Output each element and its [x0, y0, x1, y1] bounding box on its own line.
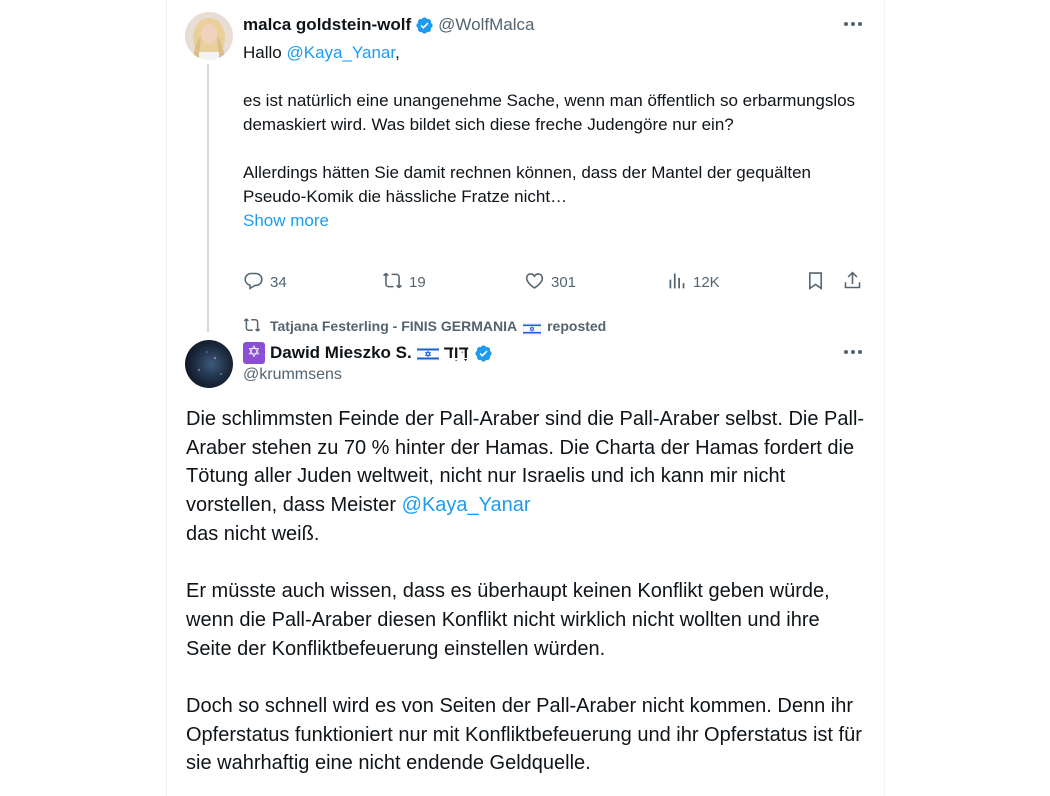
- thread-connector-line: [207, 64, 209, 332]
- mention-link[interactable]: @Kaya_Yanar: [402, 494, 531, 516]
- paragraph-1: Die schlimmsten Feinde der Pall-Araber s…: [186, 405, 866, 520]
- heart-icon: [524, 270, 545, 295]
- tweet2-header: ✡ Dawid Mieszko S. דָּוִד: [243, 341, 493, 365]
- israel-flag-icon: [416, 346, 439, 362]
- reposted-label: reposted: [547, 318, 607, 334]
- like-count: 301: [551, 273, 577, 291]
- bookmark-button[interactable]: [805, 268, 826, 296]
- views-chart-icon: [666, 270, 687, 295]
- author-name[interactable]: Dawid Mieszko S.: [270, 343, 412, 363]
- israel-flag-icon: [522, 320, 542, 335]
- repost-icon: [382, 270, 403, 295]
- greeting-punctuation: ,: [395, 43, 400, 62]
- reposter-name[interactable]: Tatjana Festerling - FINIS GERMANIA: [270, 318, 517, 334]
- tweet1-action-bar: 34 19 301 12K: [243, 268, 868, 296]
- show-more-link[interactable]: Show more: [243, 209, 873, 233]
- like-button[interactable]: 301: [524, 268, 576, 296]
- greeting-text: Hallo: [243, 43, 287, 62]
- star-of-david-icon: ✡: [243, 342, 265, 364]
- verified-badge-icon: [415, 16, 434, 35]
- greeting-line: Hallo @Kaya_Yanar,: [243, 41, 873, 65]
- verified-badge-icon: [474, 344, 493, 363]
- tweet1-text: Hallo @Kaya_Yanar, es ist natürlich eine…: [243, 41, 873, 233]
- views-button[interactable]: 12K: [666, 268, 720, 296]
- reply-count: 34: [270, 273, 287, 291]
- repost-banner: Tatjana Festerling - FINIS GERMANIA repo…: [243, 316, 606, 336]
- mention-link[interactable]: @Kaya_Yanar: [286, 43, 395, 62]
- author-handle[interactable]: @krummsens: [243, 366, 342, 384]
- view-count: 12K: [693, 273, 720, 291]
- more-options-icon[interactable]: [841, 340, 865, 364]
- share-icon: [842, 270, 863, 295]
- reply-icon: [243, 270, 264, 295]
- author-name[interactable]: malca goldstein-wolf: [243, 15, 411, 35]
- author-handle[interactable]: @WolfMalca: [438, 15, 534, 35]
- repost-button[interactable]: 19: [382, 268, 426, 296]
- share-button[interactable]: [842, 268, 863, 296]
- repost-count: 19: [409, 273, 426, 291]
- paragraph-1-end: das nicht weiß.: [186, 522, 320, 545]
- paragraph-2: Allerdings hätten Sie damit rechnen könn…: [243, 163, 816, 206]
- reply-button[interactable]: 34: [243, 268, 287, 296]
- more-options-icon[interactable]: [841, 12, 865, 36]
- paragraph-1: es ist natürlich eine unangenehme Sache,…: [243, 91, 860, 134]
- tweet2-text: Die schlimmsten Feinde der Pall-Araber s…: [186, 405, 866, 778]
- paragraph-3: Doch so schnell wird es von Seiten der P…: [186, 695, 868, 775]
- avatar-dawid[interactable]: [185, 340, 233, 388]
- avatar-malca[interactable]: [185, 12, 233, 60]
- repost-icon: [243, 316, 261, 337]
- tweet1-header: malca goldstein-wolf @WolfMalca: [243, 13, 534, 37]
- bookmark-icon: [805, 270, 826, 295]
- author-name-hebrew: דָּוִד: [443, 343, 469, 362]
- paragraph-2: Er müsste auch wissen, dass es überhaupt…: [186, 580, 836, 660]
